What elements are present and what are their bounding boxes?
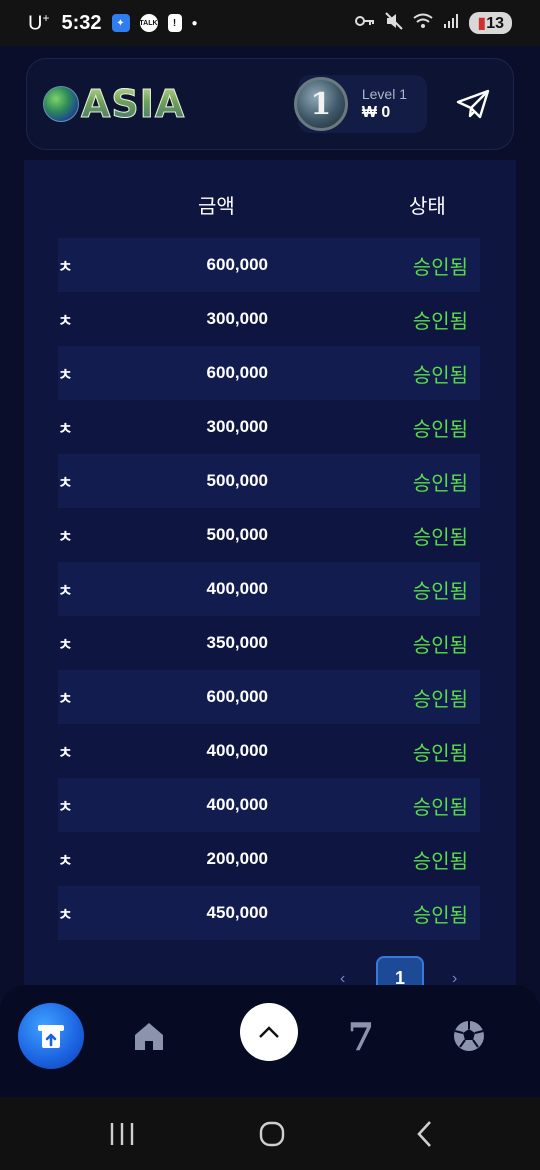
row-status: 승인됨 <box>412 850 468 873</box>
app-notification-icon: ✦ <box>111 14 130 32</box>
globe-icon <box>43 86 79 122</box>
carrier-label: U+ <box>28 10 50 35</box>
row-status: 승인됨 <box>412 472 468 495</box>
row-amount: 500,000 <box>206 471 268 490</box>
home-button[interactable] <box>116 1003 182 1069</box>
clock: 5:32 <box>61 11 102 34</box>
table-row[interactable]: ㅊ 300,000 승인됨 <box>58 400 480 454</box>
row-amount: 300,000 <box>206 417 268 436</box>
table-row[interactable]: ㅊ 400,000 승인됨 <box>58 562 480 616</box>
user-level-box[interactable]: 1 Level 1 ₩ 0 <box>293 75 427 133</box>
back-chevron-icon <box>417 1121 431 1147</box>
back-button[interactable] <box>412 1119 436 1149</box>
table-row[interactable]: ㅊ 500,000 승인됨 <box>58 508 480 562</box>
signal-icon <box>443 13 459 34</box>
slot-seven-icon: 7 <box>347 1013 375 1059</box>
row-status: 승인됨 <box>412 634 468 657</box>
home-icon <box>135 1023 163 1050</box>
row-status: 승인됨 <box>412 688 468 711</box>
table-header: 금액 상태 <box>24 190 516 224</box>
row-amount: 400,000 <box>206 795 268 814</box>
table-body: ㅊ 600,000 승인됨 ㅊ 300,000 승인됨 ㅊ 600,000 승인됨 ㅊ 300… <box>58 238 480 940</box>
asia-logo[interactable]: ASIA <box>43 82 186 127</box>
sports-button[interactable] <box>436 1003 502 1069</box>
transaction-history-panel: 금액 상태 ㅊ 600,000 승인됨 ㅊ 300,000 승인됨 ㅊ 600,000 승인… <box>24 160 516 990</box>
row-amount: 600,000 <box>206 687 268 706</box>
row-amount: 200,000 <box>206 849 268 868</box>
row-status: 승인됨 <box>412 418 468 441</box>
column-header-status: 상태 <box>409 196 446 218</box>
recent-apps-button[interactable] <box>108 1119 136 1149</box>
table-row[interactable]: ㅊ 300,000 승인됨 <box>58 292 480 346</box>
system-navigation-bar <box>0 1097 540 1170</box>
level-badge-icon: 1 <box>293 77 348 131</box>
paper-plane-icon <box>456 89 490 119</box>
row-amount: 400,000 <box>206 741 268 760</box>
row-status: 승인됨 <box>412 796 468 819</box>
row-status: 승인됨 <box>412 310 468 333</box>
alert-notification-icon: ! <box>167 14 182 32</box>
deposit-icon <box>38 1025 64 1048</box>
status-bar: U+ 5:32 ✦ TALK ! ● ▮13 <box>0 0 540 46</box>
row-amount: 500,000 <box>206 525 268 544</box>
chevron-up-icon <box>259 1026 279 1038</box>
row-status: 승인됨 <box>412 256 468 279</box>
row-amount: 350,000 <box>206 633 268 652</box>
table-row[interactable]: ㅊ 350,000 승인됨 <box>58 616 480 670</box>
row-amount: 600,000 <box>206 255 268 274</box>
row-status: 승인됨 <box>412 364 468 387</box>
recent-apps-icon <box>110 1123 134 1145</box>
table-row[interactable]: ㅊ 450,000 승인됨 <box>58 886 480 940</box>
row-status: 승인됨 <box>412 526 468 549</box>
bottom-navigation: 7 <box>0 985 540 1097</box>
table-row[interactable]: ㅊ 400,000 승인됨 <box>58 724 480 778</box>
slot-button[interactable]: 7 <box>328 1003 394 1069</box>
row-status: 승인됨 <box>412 742 468 765</box>
row-amount: 300,000 <box>206 309 268 328</box>
level-label: Level 1 <box>361 86 407 102</box>
home-circle-icon <box>259 1121 285 1147</box>
more-notifications-dot-icon: ● <box>191 17 198 29</box>
logo-text: ASIA <box>80 82 186 127</box>
table-row[interactable]: ㅊ 500,000 승인됨 <box>58 454 480 508</box>
scroll-to-top-button[interactable] <box>240 1003 298 1061</box>
balance-value: ₩ 0 <box>361 104 391 121</box>
column-header-amount: 금액 <box>198 196 235 218</box>
table-row[interactable]: ㅊ 400,000 승인됨 <box>58 778 480 832</box>
soccer-ball-icon <box>454 1021 484 1051</box>
home-system-button[interactable] <box>257 1119 287 1149</box>
table-row[interactable]: ㅊ 600,000 승인됨 <box>58 346 480 400</box>
table-row[interactable]: ㅊ 200,000 승인됨 <box>58 832 480 886</box>
telegram-send-button[interactable] <box>449 80 497 128</box>
row-amount: 600,000 <box>206 363 268 382</box>
row-status: 승인됨 <box>412 580 468 603</box>
table-row[interactable]: ㅊ 600,000 승인됨 <box>58 238 480 292</box>
battery-indicator: ▮13 <box>469 12 512 34</box>
mute-icon <box>385 11 404 35</box>
wifi-icon <box>413 13 434 34</box>
table-row[interactable]: ㅊ 600,000 승인됨 <box>58 670 480 724</box>
deposit-button[interactable] <box>18 1003 84 1069</box>
row-amount: 450,000 <box>206 903 268 922</box>
vpn-key-icon <box>355 14 375 32</box>
row-status: 승인됨 <box>412 904 468 927</box>
battery-low-icon: ▮ <box>477 15 487 32</box>
row-amount: 400,000 <box>206 579 268 598</box>
app-header: ASIA 1 Level 1 ₩ 0 <box>26 58 514 150</box>
talk-notification-icon: TALK <box>139 14 158 32</box>
